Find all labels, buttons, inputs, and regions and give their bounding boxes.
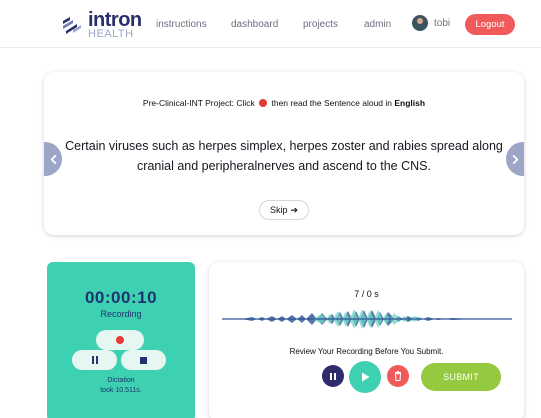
delete-recording-button[interactable]	[387, 365, 409, 387]
user-menu[interactable]: tobi	[412, 15, 450, 31]
logout-button[interactable]: Logout	[465, 14, 515, 35]
nav-link-dashboard[interactable]: dashboard	[231, 19, 278, 30]
review-panel: 7 / 0 s Review Your Recording Before You…	[209, 262, 524, 418]
review-instruction: Review Your Recording Before You Submit.	[289, 347, 444, 356]
playback-counter: 7 / 0 s	[354, 289, 379, 299]
submit-button[interactable]: SUBMIT	[421, 363, 501, 391]
nav-link-projects[interactable]: projects	[303, 19, 338, 30]
stop-recording-button[interactable]	[121, 350, 166, 370]
avatar	[412, 15, 428, 31]
brand-name: intron	[88, 9, 142, 31]
stop-icon	[140, 356, 147, 364]
recording-timer: 00:00:10	[84, 288, 158, 307]
brand-logo[interactable]: intron HEALTH	[60, 10, 142, 40]
record-dot-icon	[259, 99, 268, 107]
record-button[interactable]	[96, 330, 144, 350]
user-name: tobi	[434, 17, 451, 29]
record-dot-icon	[116, 336, 124, 344]
dictation-duration: Dictation took 10.511s.	[100, 377, 142, 394]
skip-label: Skip	[269, 205, 288, 215]
recording-status: Recording	[100, 309, 142, 319]
trash-icon	[394, 371, 402, 381]
pause-icon	[330, 372, 336, 380]
instruction-language: English	[394, 98, 426, 108]
arrow-right-icon: ➔	[290, 204, 299, 215]
nav-link-instructions[interactable]: instructions	[156, 19, 207, 30]
intron-logo-icon	[63, 17, 81, 34]
pause-icon	[91, 356, 98, 364]
chevron-left-icon	[50, 154, 56, 164]
pause-playback-button[interactable]	[322, 365, 344, 387]
chevron-right-icon	[512, 154, 518, 164]
nav-link-admin[interactable]: admin	[364, 19, 391, 30]
sentence-to-read: Certain viruses such as herpes simplex, …	[65, 139, 503, 173]
audio-waveform[interactable]	[222, 304, 512, 334]
play-recording-button[interactable]	[349, 361, 381, 393]
skip-button[interactable]: Skip ➔	[259, 200, 309, 220]
play-icon	[362, 372, 370, 382]
instruction-text: Pre-Clinical-INT Project: Click then rea…	[142, 98, 426, 108]
top-navbar: intron HEALTH instructions dashboard pro…	[0, 0, 541, 48]
recorder-panel: 00:00:10 Recording Dictation took 10.511…	[47, 262, 195, 418]
sentence-card: Pre-Clinical-INT Project: Click then rea…	[44, 72, 524, 235]
pause-recording-button[interactable]	[72, 350, 117, 370]
